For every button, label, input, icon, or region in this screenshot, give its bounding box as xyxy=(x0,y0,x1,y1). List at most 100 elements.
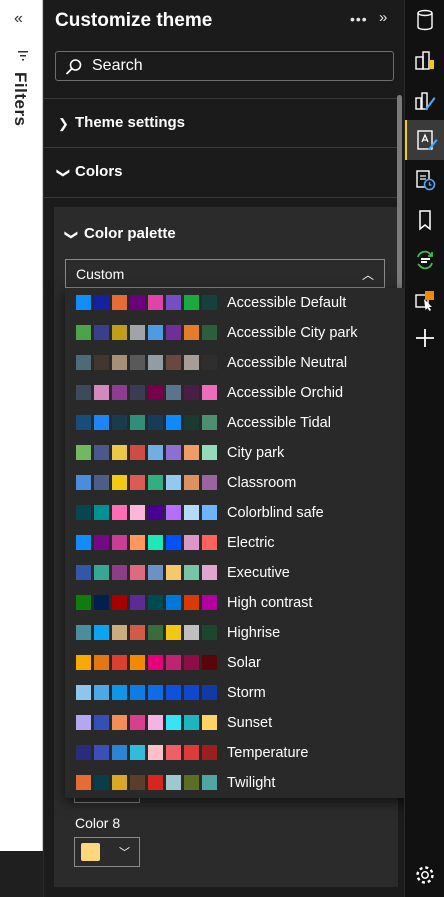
color-swatch xyxy=(130,295,145,310)
color-swatch xyxy=(202,745,217,760)
palette-option-label: Accessible Tidal xyxy=(227,415,331,431)
palette-option[interactable]: High contrast xyxy=(65,588,429,618)
color-swatch xyxy=(130,445,145,460)
bookmarks-button[interactable] xyxy=(405,200,444,240)
palette-option[interactable]: City park xyxy=(65,438,429,468)
palette-option[interactable]: Accessible City park xyxy=(65,318,429,348)
palette-option[interactable]: Temperature xyxy=(65,738,429,768)
palette-option-label: Accessible Neutral xyxy=(227,355,348,371)
palette-option[interactable]: Highrise xyxy=(65,618,429,648)
color-swatch xyxy=(76,625,91,640)
color-swatch xyxy=(148,535,163,550)
add-pane-button[interactable] xyxy=(405,318,444,358)
color-swatch xyxy=(76,715,91,730)
palette-option[interactable]: Storm xyxy=(65,678,429,708)
more-options-icon[interactable]: ••• xyxy=(350,11,368,27)
collapse-filters-icon[interactable]: « xyxy=(14,10,23,28)
chevron-up-icon: ︿ xyxy=(361,268,374,282)
palette-option[interactable]: Accessible Orchid xyxy=(65,378,429,408)
color-swatch xyxy=(166,295,181,310)
color-swatch xyxy=(166,535,181,550)
palette-option[interactable]: Accessible Neutral xyxy=(65,348,429,378)
palette-option[interactable]: Accessible Default xyxy=(65,288,429,318)
color-swatch xyxy=(148,715,163,730)
color-swatch xyxy=(112,685,127,700)
palette-option[interactable]: Classroom xyxy=(65,468,429,498)
color-swatch xyxy=(166,445,181,460)
sync-slicers-icon xyxy=(417,250,433,270)
selection-button[interactable] xyxy=(405,280,444,320)
palette-option-label: Accessible City park xyxy=(227,325,358,341)
color-swatch xyxy=(166,745,181,760)
search-box[interactable] xyxy=(55,51,394,81)
color-swatch xyxy=(76,385,91,400)
performance-button[interactable] xyxy=(405,160,444,200)
color-swatch xyxy=(130,325,145,340)
settings-icon xyxy=(416,866,434,884)
palette-option[interactable]: Sunset xyxy=(65,708,429,738)
palette-dropdown[interactable]: Custom ︿ xyxy=(65,259,385,288)
palette-option-label: High contrast xyxy=(227,595,313,611)
color-swatch xyxy=(148,505,163,520)
color-swatch xyxy=(112,445,127,460)
color-swatch xyxy=(76,295,91,310)
customize-theme-button[interactable] xyxy=(405,120,444,160)
color-swatch xyxy=(112,715,127,730)
color-swatch xyxy=(76,775,91,790)
settings-button[interactable] xyxy=(405,855,444,895)
collapse-pane-icon[interactable]: » xyxy=(379,9,387,26)
color-swatch xyxy=(112,775,127,790)
color-swatch xyxy=(76,355,91,370)
color-swatch xyxy=(148,565,163,580)
color-swatch xyxy=(184,775,199,790)
palette-option-label: Sunset xyxy=(227,715,273,731)
color8-picker[interactable]: ﹀ xyxy=(74,837,140,867)
palette-title[interactable]: Color palette xyxy=(84,225,176,242)
color-swatch xyxy=(148,475,163,490)
section-theme-settings[interactable]: ❯ Theme settings xyxy=(44,98,400,148)
color-swatch xyxy=(76,475,91,490)
build-visual-button[interactable] xyxy=(405,40,444,80)
format-visual-button[interactable] xyxy=(405,80,444,120)
color-swatch xyxy=(94,535,109,550)
bookmark-icon xyxy=(419,210,431,231)
palette-option[interactable]: Twilight xyxy=(65,768,429,798)
filters-pane-collapsed[interactable]: « Filters xyxy=(0,0,43,851)
color-swatch xyxy=(76,685,91,700)
color-swatch xyxy=(130,505,145,520)
color-swatch xyxy=(184,685,199,700)
data-button[interactable] xyxy=(405,0,444,40)
palette-option[interactable]: Solar xyxy=(65,648,429,678)
color-swatch xyxy=(112,535,127,550)
color-swatch xyxy=(202,625,217,640)
section-colors[interactable]: ❯ Colors xyxy=(44,148,400,198)
format-visual-icon xyxy=(415,92,436,111)
sync-slicers-button[interactable] xyxy=(405,240,444,280)
palette-option[interactable]: Colorblind safe xyxy=(65,498,429,528)
palette-option[interactable]: Electric xyxy=(65,528,429,558)
color-swatch xyxy=(94,325,109,340)
color-swatch xyxy=(202,325,217,340)
palette-option[interactable]: Executive xyxy=(65,558,429,588)
color-swatch xyxy=(184,505,199,520)
color-swatch xyxy=(112,505,127,520)
color-swatch xyxy=(166,505,181,520)
chevron-down-icon[interactable]: ❯ xyxy=(63,230,79,241)
color-swatch xyxy=(94,745,109,760)
color-swatch xyxy=(112,565,127,580)
color-swatch xyxy=(184,445,199,460)
color-swatch xyxy=(202,775,217,790)
color-swatch xyxy=(94,715,109,730)
section-label: Colors xyxy=(75,163,123,180)
color-swatch xyxy=(166,565,181,580)
palette-option[interactable]: Accessible Tidal xyxy=(65,408,429,438)
palette-option-label: Accessible Default xyxy=(227,295,347,311)
color-swatch xyxy=(112,745,127,760)
chevron-down-icon: ❯ xyxy=(56,167,72,179)
palette-options-list: Accessible Default Accessible City park Ac… xyxy=(65,288,429,798)
right-rail xyxy=(404,0,444,897)
chevron-right-icon: ❯ xyxy=(58,116,69,131)
search-input[interactable] xyxy=(90,55,380,77)
color-swatch xyxy=(130,355,145,370)
color-swatch xyxy=(130,745,145,760)
